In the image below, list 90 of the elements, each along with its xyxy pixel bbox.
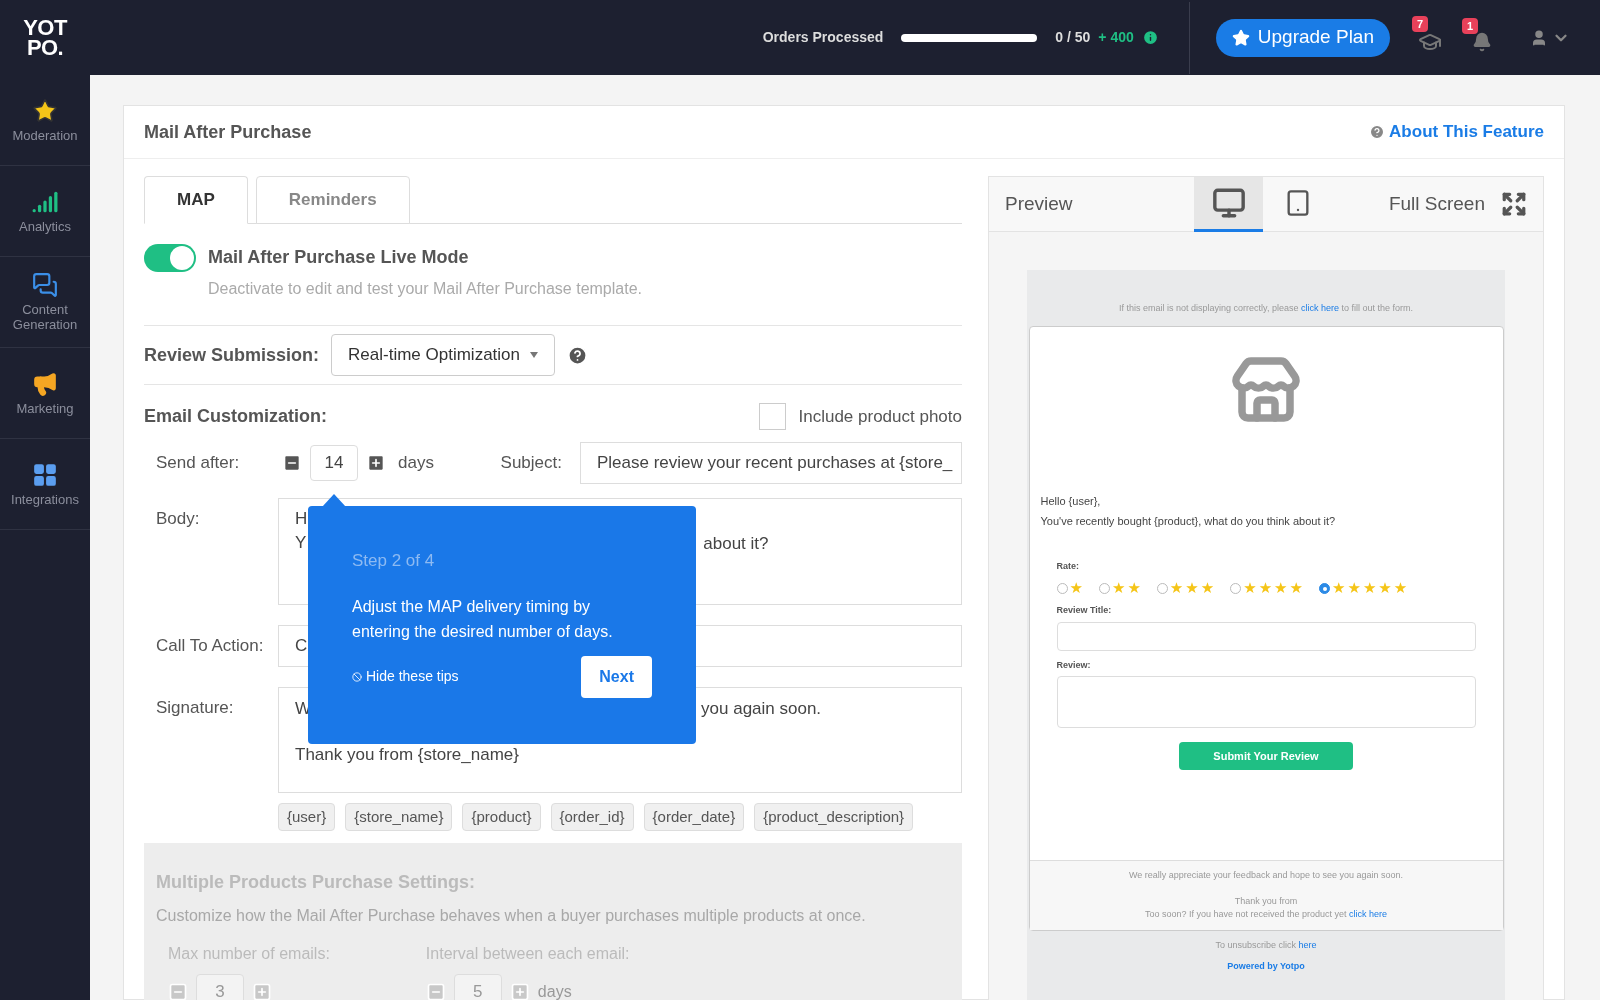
greeting-text: Hello {user}, xyxy=(1040,493,1102,509)
checkbox[interactable] xyxy=(759,403,787,430)
thanks-text: Thank you from xyxy=(1234,894,1298,908)
sidebar-item[interactable]: Analytics xyxy=(0,166,90,257)
megaphone-icon xyxy=(32,370,58,397)
include-photo-label: Include product photo xyxy=(798,405,962,428)
placeholder-tag[interactable]: {order_date} xyxy=(643,803,745,831)
plus-icon[interactable] xyxy=(366,453,386,473)
next-button[interactable]: Next xyxy=(581,655,652,698)
star-rating-label: ★★★★★ xyxy=(1332,581,1410,596)
send-after-label: Send after: xyxy=(156,452,241,475)
orders-label: Orders Processed xyxy=(762,28,884,47)
sidebar-item[interactable]: Content Generation xyxy=(0,257,90,348)
bell-icon[interactable] xyxy=(1472,31,1492,52)
user-icon[interactable] xyxy=(1530,28,1548,47)
review-title-field[interactable] xyxy=(1056,621,1476,651)
powered-by-link[interactable]: Powered by Yotpo xyxy=(1227,960,1305,974)
caret-icon xyxy=(530,352,539,358)
notification-badge: 1 xyxy=(1462,17,1479,34)
placeholder-tag[interactable]: {order_id} xyxy=(550,803,634,831)
page-title: Mail After Purchase xyxy=(144,120,312,144)
orders-count: 0 / 50 xyxy=(1055,28,1091,47)
placeholder-tag[interactable]: {store_name} xyxy=(345,803,453,831)
info-icon[interactable] xyxy=(1141,29,1159,46)
star-rating-label: ★ xyxy=(1069,581,1085,596)
radio-button[interactable] xyxy=(1230,583,1242,594)
device-tab[interactable] xyxy=(1194,176,1263,232)
logo-text: YOT xyxy=(23,17,67,38)
rate-label: Rate: xyxy=(1056,559,1080,573)
star-icon xyxy=(1231,28,1250,47)
review-submission-label: Review Submission: xyxy=(144,343,320,367)
upgrade-plan-button[interactable]: Upgrade Plan xyxy=(1215,18,1390,57)
placeholder-tag[interactable]: {product_description} xyxy=(754,803,914,831)
section-description: Customize how the Mail After Purchase behaves when a buyer purchases multiple products at once. xyxy=(156,906,867,926)
subject-label: Subject: xyxy=(500,452,562,475)
subject-field[interactable]: Please review your recent purchases at {store_ xyxy=(580,442,962,484)
live-mode-toggle[interactable] xyxy=(144,244,196,272)
call-to-action-label: Call To Action: xyxy=(156,635,265,658)
unsubscribe-text: To unsubscribe click here xyxy=(1215,938,1317,952)
body-label: Body: xyxy=(156,508,201,530)
star-rating-label: ★★★★ xyxy=(1243,581,1305,596)
click-here-link[interactable]: click here xyxy=(1349,909,1388,919)
minus-icon[interactable] xyxy=(282,453,302,473)
live-mode-title: Mail After Purchase Live Mode xyxy=(208,246,470,269)
tab[interactable]: MAP xyxy=(144,176,248,224)
star-rating-label: ★★ xyxy=(1111,581,1143,596)
placeholder-tag[interactable]: {user} xyxy=(278,803,336,831)
chat-icon xyxy=(32,272,58,298)
help-icon[interactable] xyxy=(567,344,589,366)
orders-bonus: + 400 xyxy=(1098,28,1134,47)
radio-button[interactable] xyxy=(1319,583,1330,594)
email-customization-label: Email Customization: xyxy=(144,405,327,428)
footer-text: We really appreciate your feedback and hope to see you again soon. xyxy=(1129,869,1403,882)
grid-icon xyxy=(32,461,58,488)
logo[interactable]: YOT PO. xyxy=(0,17,90,58)
review-label: Review: xyxy=(1056,658,1092,672)
review-field[interactable] xyxy=(1056,676,1476,728)
review-title-label: Review Title: xyxy=(1056,604,1113,617)
full-screen-label: Full Screen xyxy=(1388,191,1485,216)
ban-icon xyxy=(352,671,362,682)
tip-step: Step 2 of 4 xyxy=(352,548,652,574)
tab[interactable]: Reminders xyxy=(255,176,410,224)
star-rating-label: ★★★ xyxy=(1169,581,1217,596)
placeholder-tag[interactable]: {product} xyxy=(462,803,541,831)
preview-title: Preview xyxy=(1004,191,1074,216)
live-mode-hint: Deactivate to edit and test your Mail After Purchase template. xyxy=(208,279,642,299)
radio-button[interactable] xyxy=(1056,583,1068,594)
unsubscribe-link[interactable]: here xyxy=(1298,939,1317,950)
hide-tips-link[interactable]: Hide these tips xyxy=(352,666,459,687)
star-icon xyxy=(32,97,58,124)
days-unit: days xyxy=(398,452,434,475)
days-unit: days xyxy=(537,982,572,1000)
help-icon xyxy=(1369,124,1386,140)
too-soon-text: Too soon? If you have not received the product yet click here xyxy=(1144,908,1388,921)
message-text: You've recently bought {product}, what do you think about it? xyxy=(1040,514,1337,529)
sidebar-item[interactable]: Marketing xyxy=(0,348,90,439)
sidebar-item[interactable]: Moderation xyxy=(0,75,90,166)
review-submission-select[interactable]: Real-time Optimization xyxy=(331,334,556,376)
about-feature-link[interactable]: About This Feature xyxy=(1369,119,1544,145)
notice-text: If this email is not displaying correctly, please click here to fill out the form. xyxy=(1119,302,1413,315)
notification-badge: 7 xyxy=(1412,15,1429,32)
click-here-link[interactable]: click here xyxy=(1300,303,1339,313)
radio-button[interactable] xyxy=(1098,583,1110,594)
sidebar-item[interactable]: Integrations xyxy=(0,439,90,530)
logo-text: PO. xyxy=(26,37,64,58)
tip-text: Adjust the MAP delivery timing by entering the desired number of days. xyxy=(352,596,614,642)
expand-icon[interactable] xyxy=(1501,191,1527,217)
days-input[interactable]: 14 xyxy=(310,445,358,481)
signature-label: Signature: xyxy=(156,697,235,719)
radio-button[interactable] xyxy=(1156,583,1168,594)
